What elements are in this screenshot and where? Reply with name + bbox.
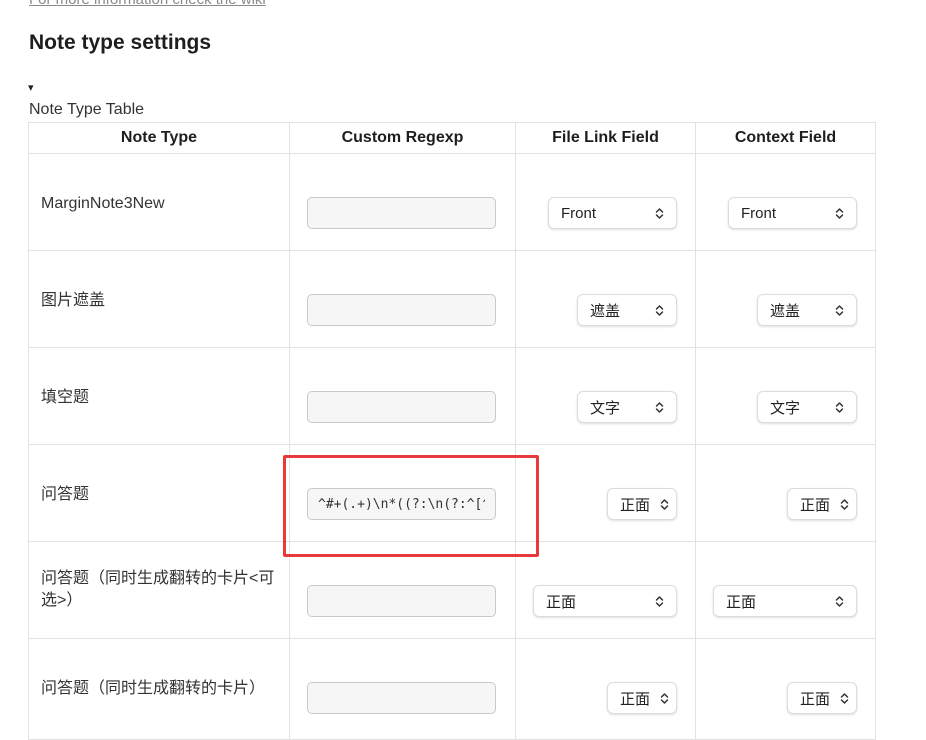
select-value: 正面 (800, 496, 831, 514)
chevron-up-down-icon (660, 692, 669, 705)
custom-regexp-input[interactable] (307, 682, 496, 714)
select-value: Front (561, 204, 597, 222)
table-row: 问答题 正面 正面 (28, 444, 876, 542)
context-field-select[interactable]: 遮盖 (757, 294, 857, 326)
table-row: 问答题（同时生成翻转的卡片<可选>） 正面 正面 (28, 541, 876, 639)
details-toggle-icon[interactable]: ▾ (28, 82, 34, 94)
chevron-up-down-icon (835, 595, 844, 608)
file-link-cell: 遮盖 (515, 250, 696, 348)
wiki-link[interactable]: For more information check the wiki (29, 0, 266, 8)
custom-regexp-input[interactable] (307, 391, 496, 423)
context-field-select[interactable]: 文字 (757, 391, 857, 423)
note-type-table: Note Type Custom Regexp File Link Field … (28, 122, 876, 740)
context-field-select[interactable]: Front (728, 197, 857, 229)
regex-cell (289, 444, 516, 542)
select-value: 正面 (800, 690, 831, 708)
note-type-name: MarginNote3New (41, 195, 165, 212)
regex-cell (289, 153, 516, 251)
regex-cell (289, 541, 516, 639)
chevron-up-down-icon (840, 692, 849, 705)
chevron-up-down-icon (655, 207, 664, 220)
column-header-context-field: Context Field (695, 122, 876, 154)
note-type-name: 填空题 (41, 389, 90, 406)
custom-regexp-input[interactable] (307, 488, 496, 520)
file-link-field-select[interactable]: 正面 (607, 488, 677, 520)
column-header-file-link-field: File Link Field (515, 122, 696, 154)
note-type-cell: 问答题（同时生成翻转的卡片<可选>） (28, 541, 290, 639)
select-value: 正面 (620, 496, 651, 514)
select-value: 正面 (620, 690, 651, 708)
page-heading: Note type settings (29, 31, 212, 54)
file-link-field-select[interactable]: 遮盖 (577, 294, 677, 326)
chevron-up-down-icon (835, 304, 844, 317)
chevron-up-down-icon (835, 207, 844, 220)
chevron-up-down-icon (840, 498, 849, 511)
context-field-select[interactable]: 正面 (713, 585, 857, 617)
chevron-up-down-icon (655, 304, 664, 317)
select-value: 正面 (726, 593, 757, 611)
regex-cell (289, 250, 516, 348)
chevron-up-down-icon (660, 498, 669, 511)
file-link-cell: 正面 (515, 638, 696, 740)
note-type-name: 问答题（同时生成翻转的卡片<可选>） (41, 570, 275, 609)
file-link-field-select[interactable]: 正面 (533, 585, 677, 617)
select-value: Front (741, 204, 777, 222)
context-cell: 文字 (695, 347, 876, 445)
table-row: 填空题 文字 文字 (28, 347, 876, 445)
custom-regexp-input[interactable] (307, 294, 496, 326)
select-value: 遮盖 (590, 302, 621, 320)
table-row: MarginNote3New Front Front (28, 153, 876, 251)
context-cell: Front (695, 153, 876, 251)
chevron-up-down-icon (835, 401, 844, 414)
note-type-name: 图片遮盖 (41, 292, 106, 309)
chevron-up-down-icon (655, 401, 664, 414)
note-type-name: 问答题 (41, 486, 90, 503)
custom-regexp-input[interactable] (307, 585, 496, 617)
context-field-select[interactable]: 正面 (787, 488, 857, 520)
column-header-note-type: Note Type (28, 122, 290, 154)
file-link-cell: 文字 (515, 347, 696, 445)
select-value: 文字 (590, 399, 621, 417)
note-type-cell: 问答题 (28, 444, 290, 542)
file-link-cell: Front (515, 153, 696, 251)
context-cell: 遮盖 (695, 250, 876, 348)
file-link-field-select[interactable]: Front (548, 197, 677, 229)
file-link-cell: 正面 (515, 541, 696, 639)
note-type-cell: MarginNote3New (28, 153, 290, 251)
table-header-row: Note Type Custom Regexp File Link Field … (28, 122, 876, 154)
table-caption: Note Type Table (29, 101, 145, 118)
regex-cell (289, 638, 516, 740)
table-row: 图片遮盖 遮盖 遮盖 (28, 250, 876, 348)
file-link-field-select[interactable]: 文字 (577, 391, 677, 423)
chevron-up-down-icon (655, 595, 664, 608)
column-header-custom-regexp: Custom Regexp (289, 122, 516, 154)
regex-cell (289, 347, 516, 445)
file-link-field-select[interactable]: 正面 (607, 682, 677, 714)
context-cell: 正面 (695, 541, 876, 639)
note-type-cell: 填空题 (28, 347, 290, 445)
file-link-cell: 正面 (515, 444, 696, 542)
context-cell: 正面 (695, 638, 876, 740)
table-row: 问答题（同时生成翻转的卡片） 正面 正面 (28, 638, 876, 740)
note-type-cell: 图片遮盖 (28, 250, 290, 348)
note-type-name: 问答题（同时生成翻转的卡片） (41, 680, 266, 697)
select-value: 文字 (770, 399, 801, 417)
select-value: 正面 (546, 593, 577, 611)
select-value: 遮盖 (770, 302, 801, 320)
note-type-cell: 问答题（同时生成翻转的卡片） (28, 638, 290, 740)
context-field-select[interactable]: 正面 (787, 682, 857, 714)
custom-regexp-input[interactable] (307, 197, 496, 229)
context-cell: 正面 (695, 444, 876, 542)
